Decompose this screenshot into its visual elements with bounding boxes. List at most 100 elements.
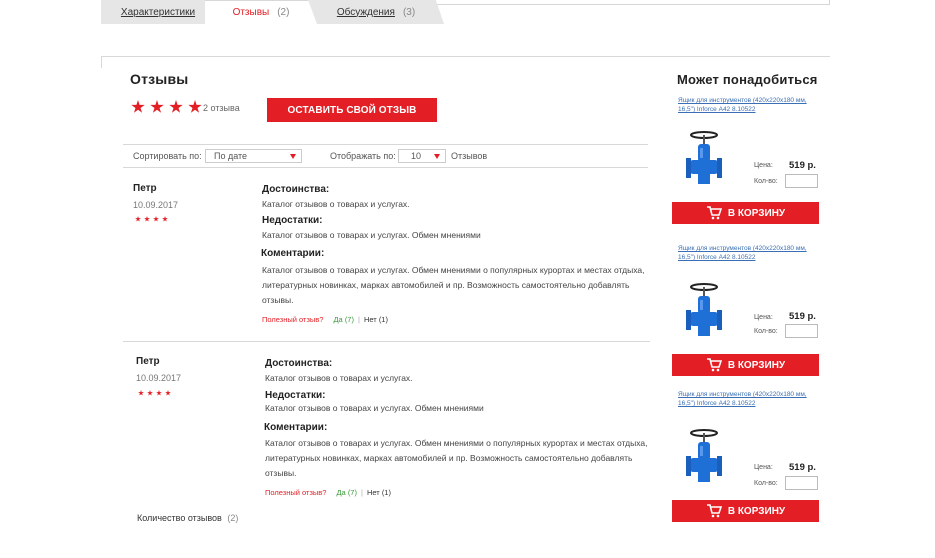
pros-text: Каталог отзывов о товарах и услугах. xyxy=(265,373,413,383)
overall-rating xyxy=(131,100,202,114)
useful-yes-button[interactable]: Да (7) xyxy=(336,488,357,497)
useful-row: Полезный отзыв? Да (7) | Нет (1) xyxy=(262,315,388,324)
tab-label: Отзывы xyxy=(232,6,270,18)
review-divider xyxy=(123,341,650,342)
qty-label: Кол-во: xyxy=(754,480,778,487)
separator: | xyxy=(357,315,360,324)
tab-reviews[interactable]: Отзывы (2) xyxy=(205,0,317,24)
review-rating xyxy=(138,390,171,396)
dropdown-arrow-icon xyxy=(434,154,440,159)
recommended-title: Может понадобиться xyxy=(677,72,818,87)
yes-count: (7) xyxy=(344,315,354,324)
cons-text: Каталог отзывов о товарах и услугах. Обм… xyxy=(262,230,481,240)
star-icon xyxy=(156,390,162,396)
comment-heading: Коментарии: xyxy=(261,248,325,259)
show-label: Отображать по: xyxy=(330,151,396,161)
review-date: 10.09.2017 xyxy=(133,200,179,210)
product-price: 519 р. xyxy=(789,311,816,322)
product-link[interactable]: Ящик для инструментов (420х220х180 мм, 1… xyxy=(678,390,818,408)
star-icon xyxy=(188,100,202,113)
tab-discussions[interactable]: Обсуждения (3) xyxy=(308,0,444,24)
cart-label: В КОРЗИНУ xyxy=(727,207,786,219)
product-link[interactable]: Ящик для инструментов (420х220х180 мм, 1… xyxy=(678,96,818,114)
review-count: 2 отзыва xyxy=(203,103,240,113)
no-label: Нет xyxy=(366,488,380,497)
leave-review-button[interactable]: ОСТАВИТЬ СВОЙ ОТЗЫВ xyxy=(267,98,437,122)
cart-label: В КОРЗИНУ xyxy=(727,505,786,517)
sort-select[interactable]: По дате xyxy=(205,149,302,163)
content-border xyxy=(101,56,102,68)
review-date: 10.09.2017 xyxy=(136,373,182,383)
product-price: 519 р. xyxy=(789,462,816,473)
tab-characteristics[interactable]: Характеристики xyxy=(101,0,215,24)
separator: | xyxy=(360,488,363,497)
star-icon xyxy=(162,216,168,222)
star-icon xyxy=(147,390,153,396)
useful-question: Полезный отзыв? xyxy=(262,315,324,324)
pros-heading: Достоинства: xyxy=(265,358,333,369)
tab-label: Обсуждения xyxy=(336,6,395,18)
per-page-label: Отзывов xyxy=(451,151,488,161)
cons-text: Каталог отзывов о товарах и услугах. Обм… xyxy=(265,403,484,413)
valve-product-image[interactable] xyxy=(684,282,724,342)
yes-count: (7) xyxy=(347,488,357,497)
pros-heading: Достоинства: xyxy=(262,184,330,195)
cart-icon xyxy=(706,358,722,372)
useful-no-button[interactable]: Нет (1) xyxy=(364,315,388,324)
no-label: Нет xyxy=(363,315,377,324)
star-icon xyxy=(153,216,159,222)
no-count: (1) xyxy=(381,488,391,497)
yes-label: Да xyxy=(336,488,346,497)
star-icon xyxy=(169,100,183,113)
price-label: Цена: xyxy=(754,162,773,169)
add-to-cart-button[interactable]: В КОРЗИНУ xyxy=(672,500,819,522)
reviewer-name: Петр xyxy=(136,356,160,367)
sort-value: По дате xyxy=(214,151,248,161)
review-rating xyxy=(135,216,168,222)
cart-icon xyxy=(706,206,722,220)
qty-label: Кол-во: xyxy=(754,178,778,185)
tab-label: Характеристики xyxy=(120,6,196,18)
useful-no-button[interactable]: Нет (1) xyxy=(367,488,391,497)
qty-input[interactable] xyxy=(785,476,818,490)
qty-input[interactable] xyxy=(785,324,818,338)
comment-text: Каталог отзывов о товарах и услугах. Обм… xyxy=(262,265,645,305)
tabs-divider xyxy=(101,56,830,57)
valve-product-image[interactable] xyxy=(684,428,724,488)
dropdown-arrow-icon xyxy=(290,154,296,159)
price-label: Цена: xyxy=(754,464,773,471)
star-icon xyxy=(131,100,145,113)
add-to-cart-button[interactable]: В КОРЗИНУ xyxy=(672,202,819,224)
no-count: (1) xyxy=(378,315,388,324)
tab-count: (3) xyxy=(402,6,416,18)
product-link[interactable]: Ящик для инструментов (420х220х180 мм, 1… xyxy=(678,244,818,262)
comment-text: Каталог отзывов о товарах и услугах. Обм… xyxy=(265,438,648,478)
tab-count: (2) xyxy=(277,6,290,18)
star-icon xyxy=(150,100,164,113)
price-label: Цена: xyxy=(754,314,773,321)
total-reviews: Количество отзывов (2) xyxy=(137,513,238,523)
per-page-select[interactable]: 10 xyxy=(398,149,446,163)
add-to-cart-button[interactable]: В КОРЗИНУ xyxy=(672,354,819,376)
cons-heading: Недостатки: xyxy=(265,390,326,401)
valve-product-image[interactable] xyxy=(684,130,724,190)
sort-bar: Сортировать по: По дате Отображать по: 1… xyxy=(123,144,648,168)
sort-label: Сортировать по: xyxy=(133,151,202,161)
star-icon xyxy=(138,390,144,396)
reviews-title: Отзывы xyxy=(130,71,189,87)
yes-label: Да xyxy=(333,315,343,324)
cart-icon xyxy=(706,504,722,518)
useful-yes-button[interactable]: Да (7) xyxy=(333,315,354,324)
qty-input[interactable] xyxy=(785,174,818,188)
total-count: (2) xyxy=(227,513,239,523)
pros-text: Каталог отзывов о товарах и услугах. xyxy=(262,199,410,209)
per-page-value: 10 xyxy=(411,151,422,161)
useful-row: Полезный отзыв? Да (7) | Нет (1) xyxy=(265,488,391,497)
useful-question: Полезный отзыв? xyxy=(265,488,327,497)
cons-heading: Недостатки: xyxy=(262,215,323,226)
star-icon xyxy=(165,390,171,396)
cart-label: В КОРЗИНУ xyxy=(727,359,786,371)
star-icon xyxy=(144,216,150,222)
product-price: 519 р. xyxy=(789,160,816,171)
qty-label: Кол-во: xyxy=(754,328,778,335)
